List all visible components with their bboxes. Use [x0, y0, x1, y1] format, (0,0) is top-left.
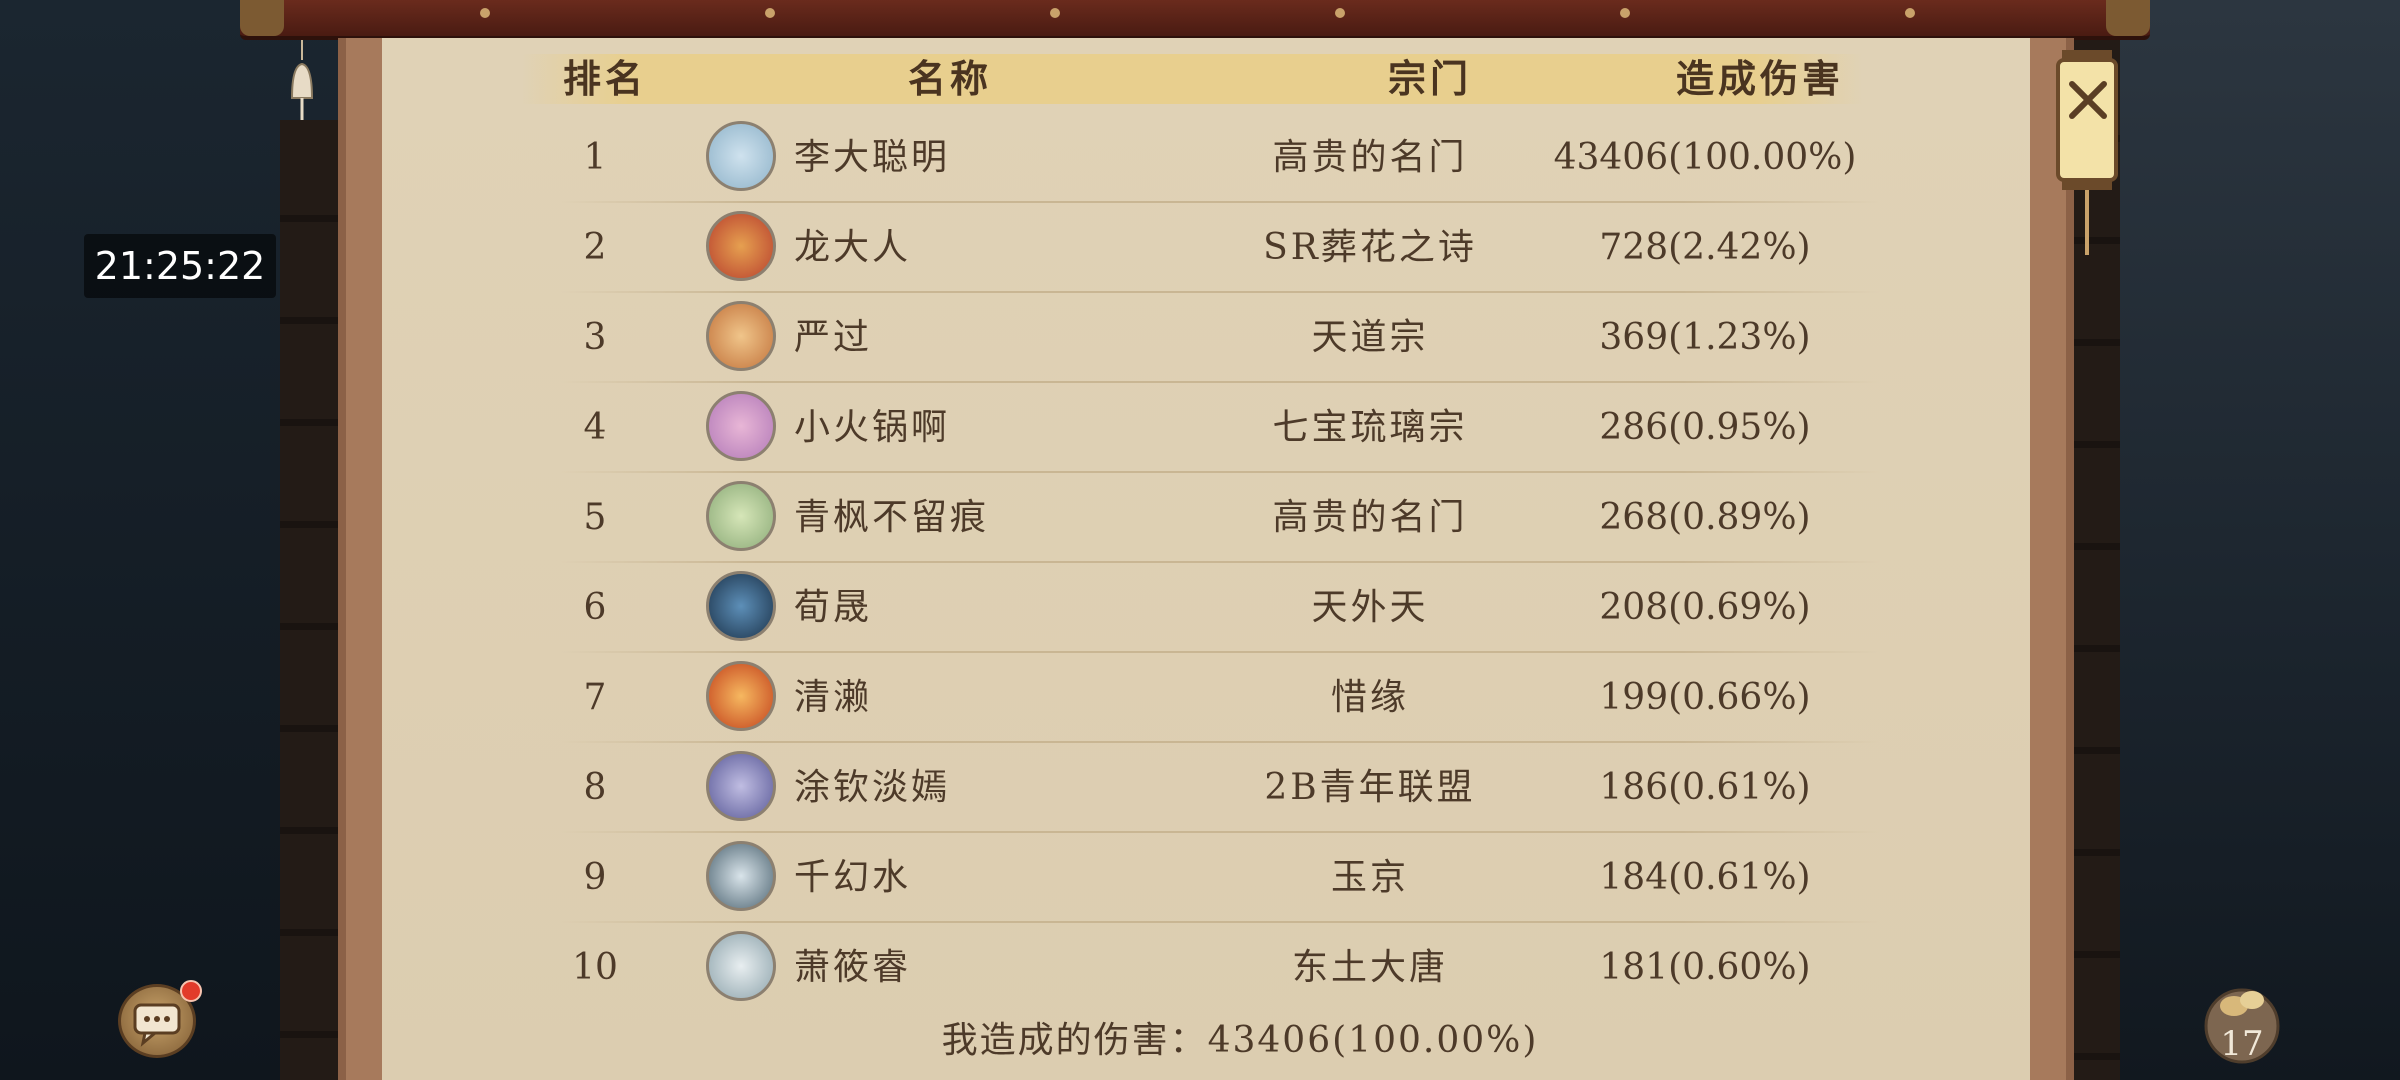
sect-name: 玉京	[1330, 857, 1409, 898]
beam-stud	[765, 8, 775, 18]
sect-name: 惜缘	[1330, 677, 1409, 718]
damage-value: 208(0.69%)	[1599, 587, 1811, 628]
beam-stud	[1050, 8, 1060, 18]
header-sect: 宗门	[1387, 56, 1472, 101]
rank-number: 8	[583, 767, 607, 808]
damage-value: 43406(100.00%)	[1553, 137, 1857, 178]
sect-name: 天外天	[1311, 587, 1429, 628]
rank-number: 4	[583, 407, 607, 448]
player-name: 荀晟	[794, 587, 873, 628]
header-damage: 造成伤害	[1675, 56, 1844, 101]
beam-end-left	[240, 0, 284, 36]
beam-end-right	[2106, 0, 2150, 36]
sect-name: 高贵的名门	[1272, 137, 1468, 178]
sect-name: SR葬花之诗	[1263, 227, 1477, 268]
table-row[interactable]: 7 清濑 惜缘 199(0.66%)	[560, 653, 1880, 743]
rank-number: 2	[583, 227, 607, 268]
wood-pillar-left	[280, 120, 340, 1080]
damage-value: 728(2.42%)	[1599, 227, 1811, 268]
player-avatar[interactable]	[706, 751, 776, 821]
sect-name: 高贵的名门	[1272, 497, 1468, 538]
player-name: 萧筱睿	[794, 947, 912, 988]
sect-name: 2B青年联盟	[1264, 767, 1476, 808]
player-name: 涂钦淡嫣	[794, 767, 951, 808]
player-name: 严过	[794, 317, 873, 358]
close-icon[interactable]	[2058, 70, 2118, 130]
top-scroll-beam	[240, 0, 2150, 40]
sect-name: 天道宗	[1311, 317, 1429, 358]
rank-number: 5	[583, 497, 607, 538]
beam-stud	[1335, 8, 1345, 18]
damage-value: 184(0.61%)	[1599, 857, 1811, 898]
beam-stud	[480, 8, 490, 18]
player-avatar[interactable]	[706, 481, 776, 551]
bag-count: 17	[2220, 1024, 2264, 1064]
player-name: 清濑	[794, 677, 873, 718]
table-row[interactable]: 4 小火锅啊 七宝琉璃宗 286(0.95%)	[560, 383, 1880, 473]
damage-value: 199(0.66%)	[1599, 677, 1811, 718]
player-avatar[interactable]	[706, 391, 776, 461]
player-avatar[interactable]	[706, 211, 776, 281]
clock: 21:25:22	[84, 234, 276, 298]
rank-number: 7	[583, 677, 607, 718]
damage-value: 181(0.60%)	[1599, 947, 1811, 988]
player-name: 龙大人	[794, 227, 912, 268]
player-name: 千幻水	[794, 857, 912, 898]
damage-value: 286(0.95%)	[1599, 407, 1811, 448]
beam-stud	[1905, 8, 1915, 18]
my-damage-summary: 我造成的伤害：43406(100.00%)	[941, 1020, 1539, 1061]
player-avatar[interactable]	[706, 661, 776, 731]
bell-icon	[290, 40, 314, 120]
player-avatar[interactable]	[706, 301, 776, 371]
table-row[interactable]: 3 严过 天道宗 369(1.23%)	[560, 293, 1880, 383]
player-avatar[interactable]	[706, 841, 776, 911]
table-row[interactable]: 6 荀晟 天外天 208(0.69%)	[560, 563, 1880, 653]
sect-name: 七宝琉璃宗	[1272, 407, 1468, 448]
table-row[interactable]: 1 李大聪明 高贵的名门 43406(100.00%)	[560, 113, 1880, 203]
header-name: 名称	[907, 56, 992, 101]
table-row[interactable]: 9 千幻水 玉京 184(0.61%)	[560, 833, 1880, 923]
rank-number: 10	[572, 947, 618, 988]
player-name: 李大聪明	[794, 137, 951, 178]
table-row[interactable]: 2 龙大人 SR葬花之诗 728(2.42%)	[560, 203, 1880, 293]
damage-value: 186(0.61%)	[1599, 767, 1811, 808]
table-row[interactable]: 8 涂钦淡嫣 2B青年联盟 186(0.61%)	[560, 743, 1880, 833]
player-name: 青枫不留痕	[794, 497, 990, 538]
damage-value: 268(0.89%)	[1599, 497, 1811, 538]
player-name: 小火锅啊	[794, 407, 951, 448]
notification-badge	[180, 980, 202, 1002]
rank-number: 6	[583, 587, 607, 628]
damage-value: 369(1.23%)	[1599, 317, 1811, 358]
header-rank: 排名	[562, 56, 647, 101]
player-avatar[interactable]	[706, 121, 776, 191]
table-row[interactable]: 5 青枫不留痕 高贵的名门 268(0.89%)	[560, 473, 1880, 563]
player-avatar[interactable]	[706, 571, 776, 641]
rank-number: 3	[583, 317, 607, 358]
sect-name: 东土大唐	[1291, 947, 1448, 988]
player-avatar[interactable]	[706, 931, 776, 1001]
rank-number: 1	[583, 137, 607, 178]
table-row[interactable]: 10 萧筱睿 东土大唐 181(0.60%)	[560, 923, 1880, 1013]
rank-number: 9	[583, 857, 607, 898]
beam-stud	[1620, 8, 1630, 18]
